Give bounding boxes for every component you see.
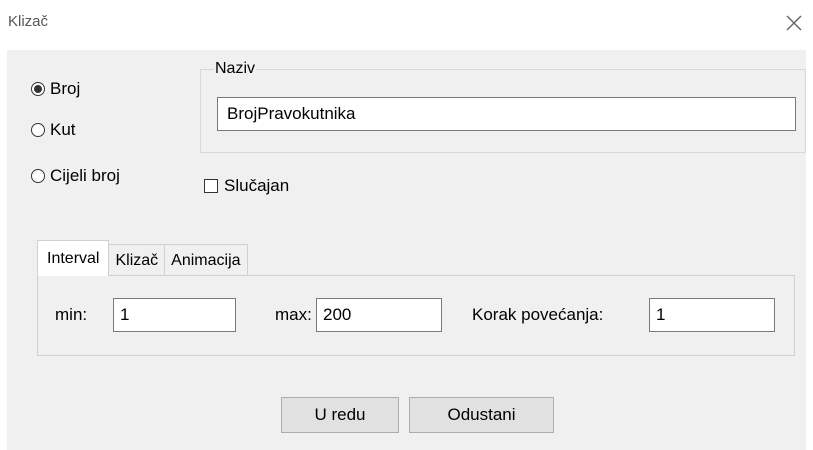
min-input[interactable]: 1 [113,298,236,332]
radio-broj[interactable]: Broj [31,79,80,99]
radio-cijeli-broj[interactable]: Cijeli broj [31,166,120,186]
step-label: Korak povećanja: [472,305,604,324]
min-label: min: [55,305,88,324]
radio-checked-icon [31,82,45,96]
radio-label: Broj [50,79,81,98]
random-checkbox[interactable]: Slučajan [204,176,289,196]
tab-bar: Interval Klizač Animacija [37,240,248,276]
window-title: Klizač [8,13,49,30]
tab-interval[interactable]: Interval [37,240,110,276]
ok-button[interactable]: U redu [281,397,399,433]
radio-label: Kut [50,120,76,139]
step-input[interactable]: 1 [649,298,775,332]
radio-unchecked-icon [31,169,45,183]
checkbox-icon [204,179,218,193]
max-label: max: [275,305,312,324]
radio-kut[interactable]: Kut [31,120,76,140]
random-label: Slučajan [224,176,290,195]
tab-animacija[interactable]: Animacija [164,244,248,276]
interval-panel: min: 1 max: 200 Korak povećanja: 1 [37,275,795,356]
name-input[interactable]: BrojPravokutnika [217,97,796,131]
radio-label: Cijeli broj [50,166,120,185]
close-icon[interactable] [783,12,805,34]
dialog-content: Broj Kut Cijeli broj Naziv BrojPravokutn… [7,50,806,450]
radio-unchecked-icon [31,123,45,137]
cancel-button[interactable]: Odustani [409,397,554,433]
title-bar: Klizač [0,0,813,50]
name-legend: Naziv [214,60,257,78]
max-input[interactable]: 200 [316,298,442,332]
tab-klizac[interactable]: Klizač [108,244,166,276]
